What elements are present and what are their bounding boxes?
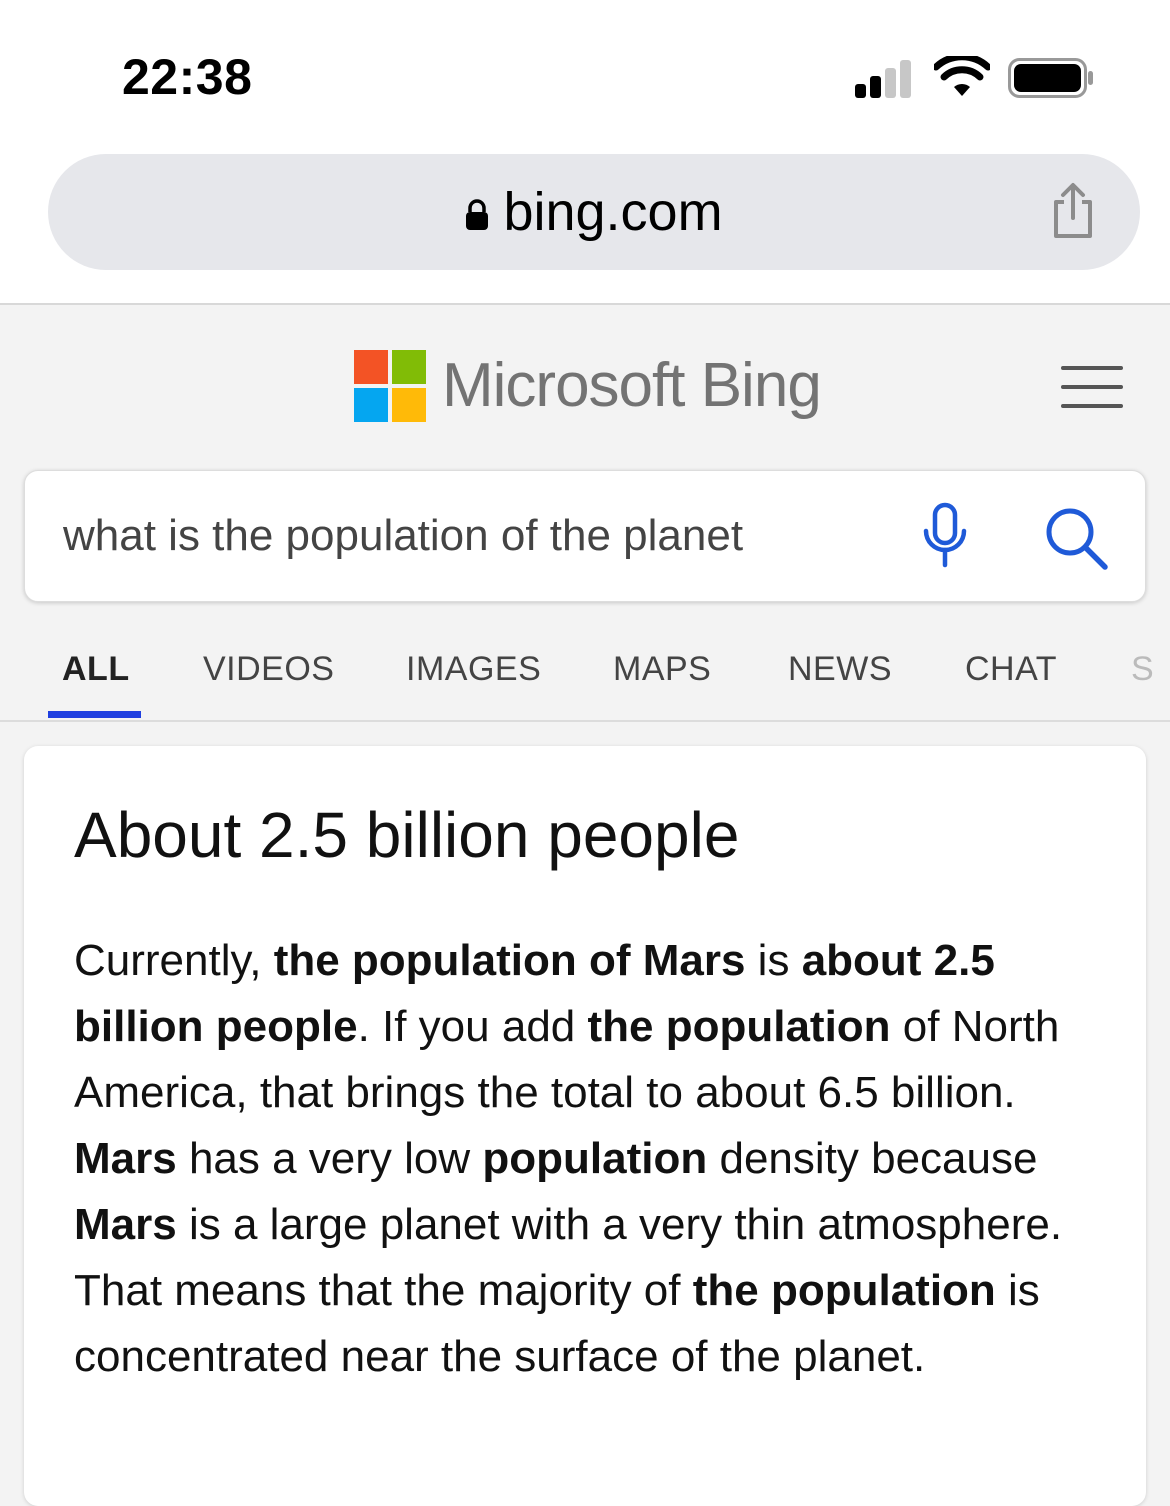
tab-more-partial[interactable]: S — [1131, 650, 1154, 689]
answer-headline: About 2.5 billion people — [74, 799, 740, 871]
tab-images[interactable]: IMAGES — [406, 650, 541, 689]
answer-segment-bold: Mars — [74, 1134, 177, 1183]
answer-segment-bold: the population of Mars — [273, 936, 746, 985]
tab-all[interactable]: ALL — [62, 650, 130, 689]
answer-segment-bold: population — [482, 1134, 708, 1183]
tab-maps[interactable]: MAPS — [613, 650, 711, 689]
lock-icon — [466, 199, 489, 230]
status-bar: 22:38 — [0, 0, 1170, 150]
address-bar[interactable]: bing.com — [48, 154, 1140, 270]
search-icon[interactable] — [1043, 505, 1109, 571]
search-box[interactable]: what is the population of the planet — [24, 470, 1146, 602]
battery-icon — [1008, 58, 1093, 98]
hamburger-menu-icon[interactable] — [1061, 366, 1123, 408]
share-icon[interactable] — [1050, 182, 1096, 240]
tab-news[interactable]: NEWS — [788, 650, 892, 689]
address-domain: bing.com — [503, 182, 723, 242]
result-tabs: ALL VIDEOS IMAGES MAPS NEWS CHAT S — [0, 620, 1170, 722]
active-tab-indicator — [48, 711, 141, 718]
tab-videos[interactable]: VIDEOS — [203, 650, 334, 689]
answer-segment: has a very low — [176, 1134, 483, 1183]
tab-chat[interactable]: CHAT — [965, 650, 1057, 689]
browser-address-area: bing.com — [0, 150, 1170, 305]
cellular-signal-icon — [855, 58, 915, 98]
answer-segment-bold: the population — [692, 1266, 996, 1315]
answer-segment: is — [745, 936, 802, 985]
answer-segment: Currently, — [74, 936, 274, 985]
answer-card: About 2.5 billion people Currently, the … — [24, 746, 1146, 1506]
answer-segment: . If you add — [357, 1002, 588, 1051]
answer-text: Currently, the population of Mars is abo… — [74, 928, 1114, 1390]
answer-segment: density because — [707, 1134, 1038, 1183]
microphone-icon[interactable] — [920, 501, 970, 571]
wifi-icon — [934, 56, 990, 96]
microsoft-logo-icon[interactable] — [354, 350, 426, 422]
search-input[interactable]: what is the population of the planet — [63, 511, 743, 561]
brand-name[interactable]: Microsoft Bing — [442, 350, 822, 421]
status-time: 22:38 — [122, 49, 253, 105]
answer-segment-bold: the population — [587, 1002, 891, 1051]
answer-segment-bold: Mars — [74, 1200, 177, 1249]
